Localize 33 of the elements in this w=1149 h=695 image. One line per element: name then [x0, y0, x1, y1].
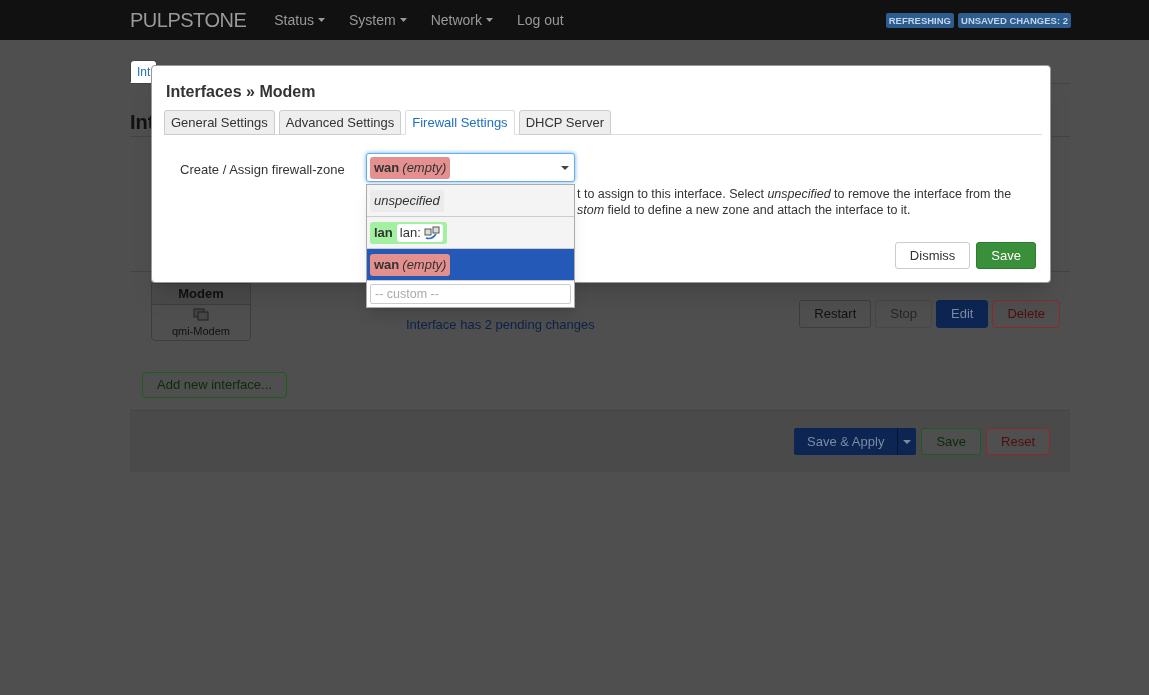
help-text: t to assign to this interface. Select unspecified to remove the interface from the: [577, 186, 1013, 202]
zone-badge: wan (empty): [370, 156, 451, 179]
dialog-button[interactable]: Save: [976, 242, 1036, 269]
caret-icon: [903, 439, 912, 444]
brand-logo[interactable]: PULPSTONE: [130, 5, 247, 35]
nav-menu[interactable]: Log out: [517, 9, 564, 31]
status-badge: UNSAVED CHANGES: 2: [958, 12, 1071, 28]
zone-badge: lan lan:: [370, 221, 447, 244]
caret-icon: [561, 166, 569, 170]
dialog-button[interactable]: Dismiss: [894, 242, 971, 269]
dialog-title: Interfaces » Modem: [166, 82, 316, 102]
action-button[interactable]: Edit: [936, 300, 989, 328]
network-icon: [423, 225, 440, 240]
nav-menu[interactable]: Status: [274, 9, 325, 31]
network-device-icon: [193, 308, 209, 322]
help-text: stom field to define a new zone and attach the interface to it.: [577, 202, 912, 218]
zone-select[interactable]: wan (empty): [366, 153, 575, 182]
tab[interactable]: Advanced Settings: [278, 110, 402, 135]
tab[interactable]: Firewall Settings: [405, 110, 515, 135]
zone-badge: wan (empty): [370, 253, 451, 276]
tab[interactable]: DHCP Server: [518, 110, 612, 135]
dropdown-toggle[interactable]: [897, 428, 917, 455]
device-name: lan:: [399, 223, 421, 242]
tab[interactable]: General Settings: [164, 110, 275, 135]
dropdown-option[interactable]: lan lan:: [367, 217, 574, 249]
device-name: qmi-Modem: [170, 324, 232, 339]
field-label: Create / Assign firewall-zone: [180, 161, 345, 179]
nav-menu[interactable]: Network: [430, 9, 494, 31]
custom-zone-field[interactable]: -- custom --: [370, 284, 571, 304]
dropdown-option[interactable]: wan (empty): [367, 249, 574, 281]
dropdown-option[interactable]: unspecified: [367, 185, 574, 217]
status-badge: REFRESHING: [885, 12, 954, 28]
nav-menu[interactable]: System: [349, 9, 407, 31]
